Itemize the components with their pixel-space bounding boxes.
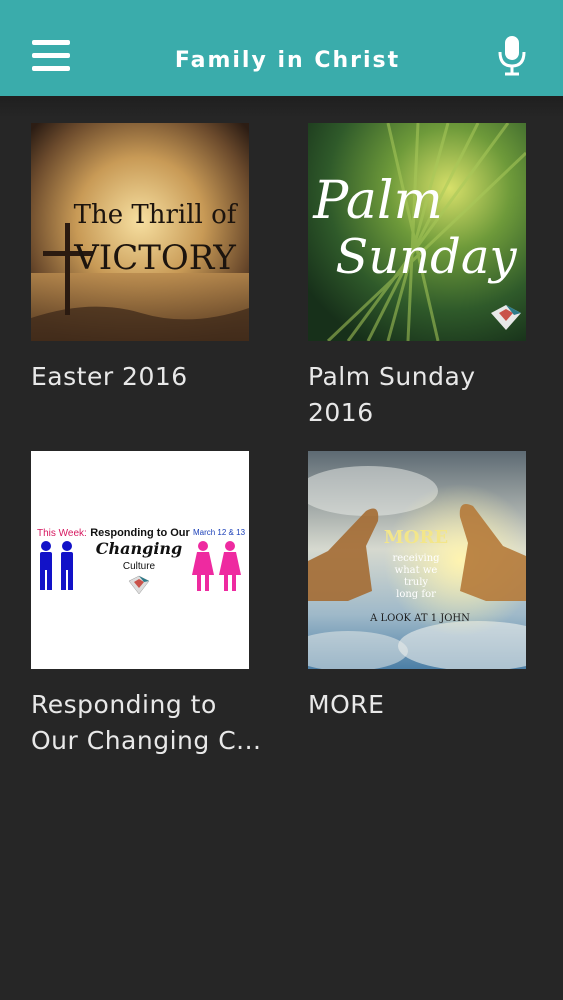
- series-thumbnail[interactable]: MORE receiving what we truly long for A …: [308, 451, 526, 669]
- series-thumbnail[interactable]: Palm Sunday: [308, 123, 526, 341]
- art-line5: long for: [396, 589, 436, 600]
- series-title[interactable]: Easter 2016: [31, 359, 271, 395]
- header-shadow: [0, 96, 563, 118]
- art-line3: what we: [395, 565, 438, 576]
- series-title[interactable]: Palm Sunday 2016: [308, 359, 548, 431]
- series-title[interactable]: MORE: [308, 687, 548, 723]
- art-line2: VICTORY: [73, 238, 236, 278]
- art-line4: truly: [404, 577, 428, 588]
- art-heading: Responding to Our: [90, 527, 190, 539]
- art-culture: Culture: [123, 561, 156, 572]
- app-title: Family in Christ: [174, 48, 401, 73]
- art-dates: March 12 & 13: [193, 528, 246, 537]
- art-line2: Sunday: [335, 229, 517, 285]
- art-line1: Palm: [312, 171, 443, 231]
- art-line2: receiving: [392, 553, 440, 564]
- series-title[interactable]: Responding to Our Changing C...: [31, 687, 271, 759]
- series-thumbnail[interactable]: The Thrill of VICTORY: [31, 123, 249, 341]
- series-thumbnail[interactable]: This Week: Responding to Our March 12 & …: [31, 451, 249, 669]
- art-line1: The Thrill of: [74, 200, 239, 230]
- art-line6: A LOOK AT 1 JOHN: [369, 613, 470, 624]
- art-this-week: This Week:: [37, 528, 87, 539]
- art-changing: Changing: [96, 539, 182, 558]
- app-header: Family in Christ: [0, 0, 563, 96]
- microphone-icon[interactable]: [496, 34, 528, 76]
- art-line1: MORE: [384, 527, 448, 548]
